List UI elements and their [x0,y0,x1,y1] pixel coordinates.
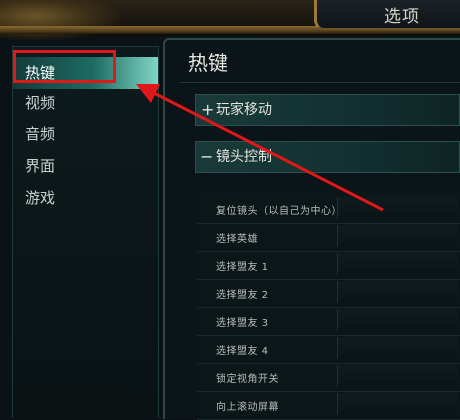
annotation-arrow [136,84,384,212]
